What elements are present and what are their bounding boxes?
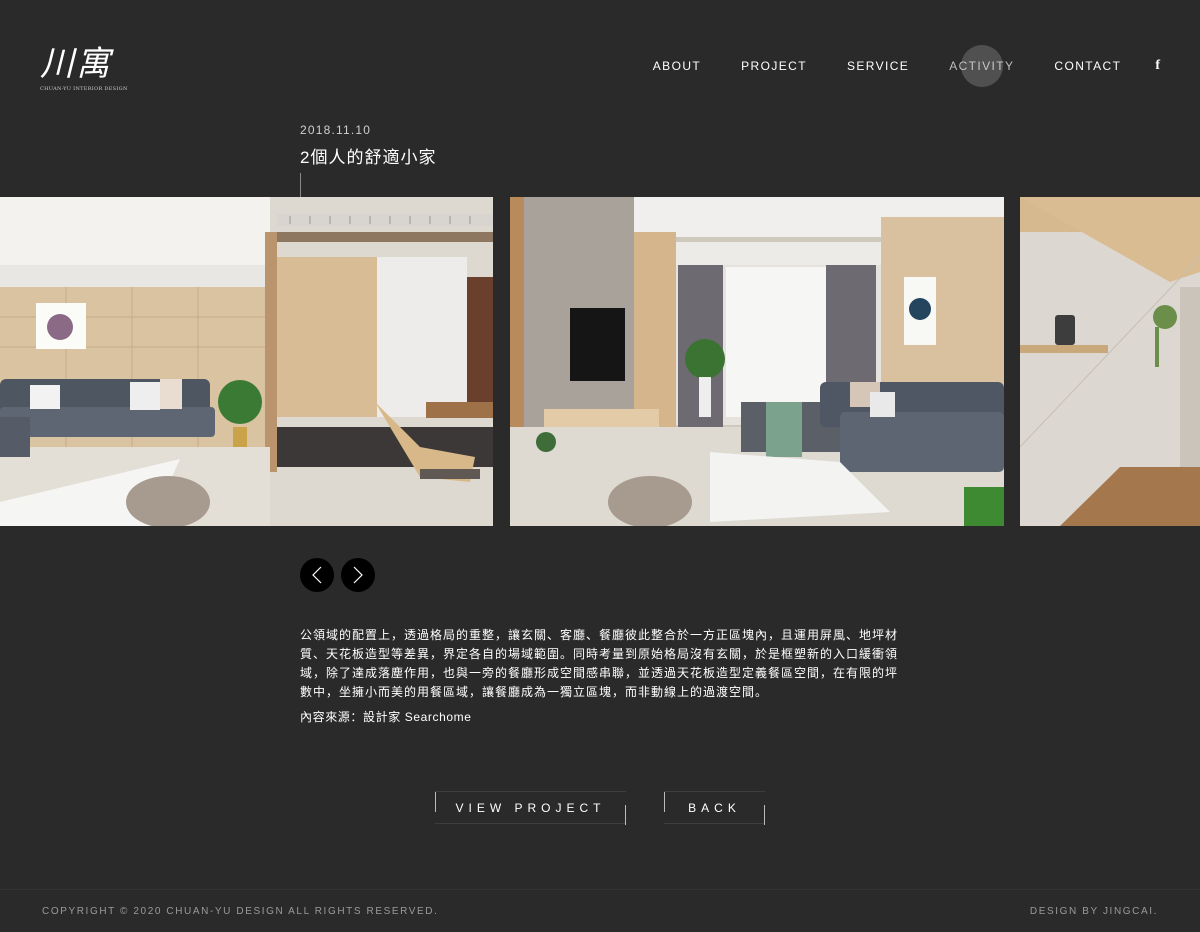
logo-mark: 川寓 xyxy=(40,44,112,84)
gallery-image-shelf-detail xyxy=(1020,197,1200,526)
title-divider xyxy=(300,173,301,197)
gallery-image-tv-wall xyxy=(510,197,1004,526)
footer-divider xyxy=(0,889,1200,890)
gallery-prev-button[interactable] xyxy=(300,558,334,592)
chevron-right-icon xyxy=(353,566,363,584)
post-source: 內容來源：設計家 Searchome xyxy=(300,710,472,724)
nav-item-activity[interactable]: ACTIVITY xyxy=(949,59,1014,73)
gallery-next-button[interactable] xyxy=(341,558,375,592)
footer-credit[interactable]: DESIGN BY JINGCAI. xyxy=(1030,906,1158,917)
nav-item-service[interactable]: SERVICE xyxy=(847,59,909,73)
post-body: 公領域的配置上，透過格局的重整，讓玄關、客廳、餐廳彼此整合於一方正區塊內，且運用… xyxy=(300,628,899,699)
logo-tagline: CHUAN-YU INTERIOR DESIGN xyxy=(40,86,128,92)
nav-item-project[interactable]: PROJECT xyxy=(741,59,807,73)
back-button[interactable]: BACK xyxy=(664,791,765,825)
nav-item-contact[interactable]: CONTACT xyxy=(1054,59,1121,73)
post-date: 2018.11.10 xyxy=(300,123,372,137)
gallery-image-living-room xyxy=(0,197,493,526)
page: 川寓 CHUAN-YU INTERIOR DESIGN ABOUT PROJEC… xyxy=(0,0,1200,932)
footer-copyright: COPYRIGHT © 2020 CHUAN-YU DESIGN ALL RIG… xyxy=(42,906,439,917)
post-title: 2個人的舒適小家 xyxy=(300,148,437,167)
site-logo[interactable]: 川寓 CHUAN-YU INTERIOR DESIGN xyxy=(40,44,128,94)
view-project-button[interactable]: VIEW PROJECT xyxy=(435,791,626,825)
chevron-left-icon xyxy=(312,566,322,584)
nav-item-about[interactable]: ABOUT xyxy=(653,59,701,73)
facebook-icon[interactable]: f xyxy=(1155,58,1160,74)
main-nav: ABOUT PROJECT SERVICE ACTIVITY CONTACT f xyxy=(653,45,1160,87)
